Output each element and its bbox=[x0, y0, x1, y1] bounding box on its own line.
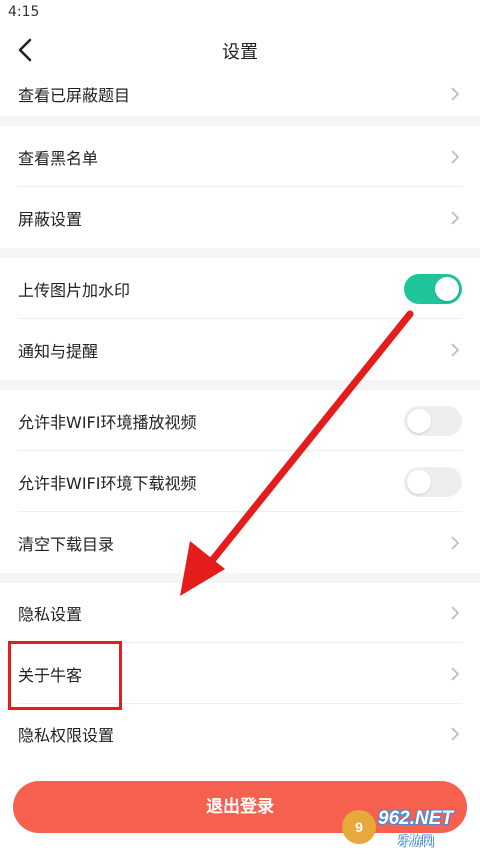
row-upload-watermark: 上传图片加水印 bbox=[0, 258, 480, 319]
watermark-badge-icon: 9 bbox=[342, 810, 376, 844]
section-gap bbox=[0, 248, 480, 258]
row-label: 允许非WIFI环境下载视频 bbox=[18, 473, 197, 493]
chevron-right-icon bbox=[451, 87, 460, 101]
section-gap bbox=[0, 116, 480, 126]
chevron-right-icon bbox=[451, 606, 460, 620]
watermark-site: 乐游网 bbox=[398, 834, 435, 848]
row-label: 上传图片加水印 bbox=[18, 280, 131, 300]
annotation-highlight-box bbox=[8, 641, 122, 710]
row-wifi-play: 允许非WIFI环境播放视频 bbox=[0, 390, 480, 451]
row-blocked-questions[interactable]: 查看已屏蔽题目 bbox=[0, 72, 480, 116]
upload-watermark-toggle[interactable] bbox=[404, 273, 462, 304]
wifi-play-toggle[interactable] bbox=[404, 405, 462, 436]
toggle-knob bbox=[435, 276, 459, 301]
row-block-settings[interactable]: 屏蔽设置 bbox=[0, 187, 480, 248]
row-privacy-settings[interactable]: 隐私设置 bbox=[0, 583, 480, 643]
row-label: 查看已屏蔽题目 bbox=[18, 86, 131, 105]
row-label: 隐私权限设置 bbox=[18, 726, 115, 745]
nav-bar: 设置 bbox=[0, 28, 480, 72]
row-blacklist[interactable]: 查看黑名单 bbox=[0, 126, 480, 187]
wifi-download-toggle[interactable] bbox=[404, 466, 462, 497]
watermark-logo: 9 962.NET 乐游网 bbox=[342, 808, 472, 848]
chevron-right-icon bbox=[451, 210, 460, 225]
toggle-knob bbox=[407, 469, 431, 494]
status-bar: 4:15 bbox=[0, 0, 480, 28]
row-label: 查看黑名单 bbox=[18, 148, 99, 168]
row-privacy-permissions[interactable]: 隐私权限设置 bbox=[0, 704, 480, 764]
row-label: 屏蔽设置 bbox=[18, 209, 83, 229]
chevron-right-icon bbox=[451, 727, 460, 741]
section-gap bbox=[0, 573, 480, 583]
row-label: 通知与提醒 bbox=[18, 341, 99, 361]
row-clear-downloads[interactable]: 清空下载目录 bbox=[0, 512, 480, 573]
toggle-knob bbox=[407, 408, 431, 433]
watermark-number: 962.NET bbox=[378, 808, 453, 829]
status-time: 4:15 bbox=[8, 4, 40, 20]
chevron-right-icon bbox=[451, 666, 460, 681]
chevron-right-icon bbox=[451, 342, 460, 357]
row-wifi-download: 允许非WIFI环境下载视频 bbox=[0, 451, 480, 512]
page-title: 设置 bbox=[222, 42, 258, 63]
row-label: 隐私设置 bbox=[18, 605, 83, 624]
chevron-right-icon bbox=[451, 535, 460, 550]
row-label: 清空下载目录 bbox=[18, 534, 115, 554]
chevron-right-icon bbox=[451, 149, 460, 164]
row-notifications[interactable]: 通知与提醒 bbox=[0, 319, 480, 380]
row-label: 允许非WIFI环境播放视频 bbox=[18, 412, 197, 432]
section-gap bbox=[0, 380, 480, 390]
